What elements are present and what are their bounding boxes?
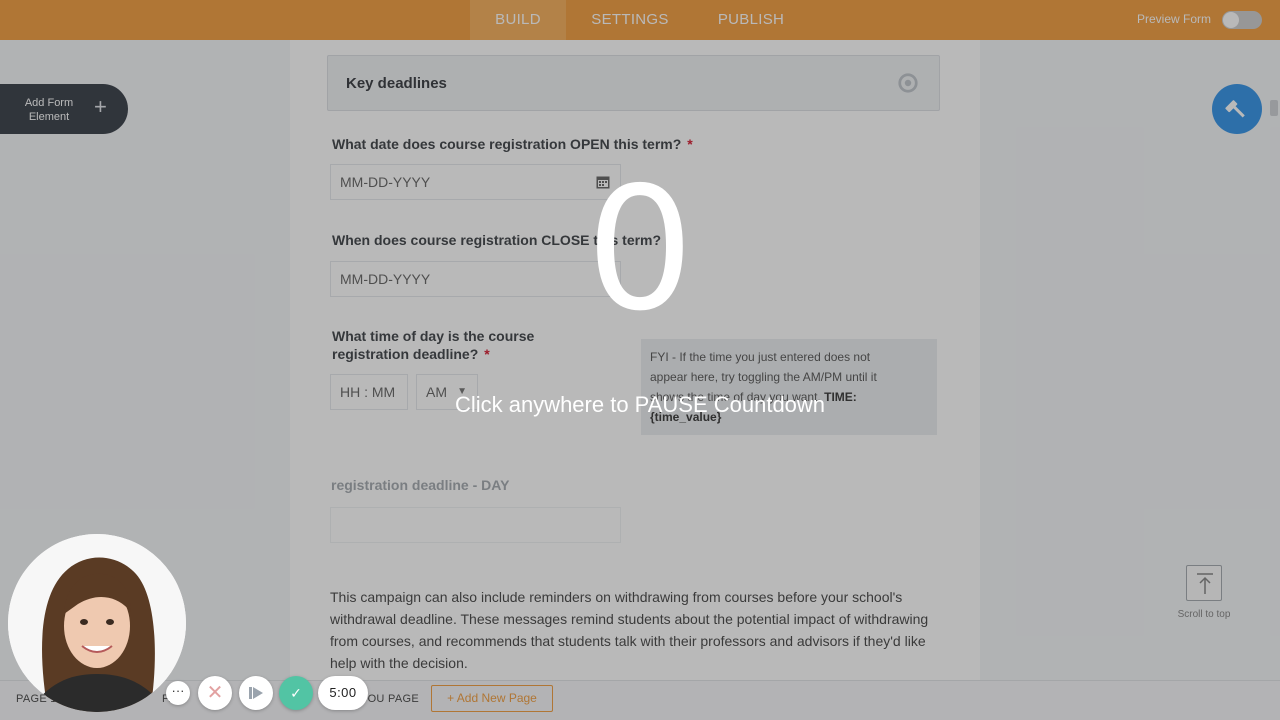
webcam-bubble[interactable]: [8, 534, 186, 712]
finish-recording-button[interactable]: ✓: [279, 676, 313, 710]
restart-recording-button[interactable]: [239, 676, 273, 710]
more-options-button[interactable]: ···: [166, 681, 190, 705]
cancel-recording-button[interactable]: ✕: [198, 676, 232, 710]
restart-icon: [249, 687, 263, 699]
check-icon: ✓: [290, 685, 302, 701]
pause-countdown-message: Click anywhere to PAUSE Countdown: [454, 392, 826, 417]
presenter-avatar: [8, 534, 186, 712]
recording-timer: 5:00: [318, 676, 368, 710]
countdown-number: 0: [585, 151, 695, 349]
countdown-overlay[interactable]: 0 Click anywhere to PAUSE Countdown: [0, 0, 1280, 720]
close-icon: ✕: [206, 682, 224, 704]
